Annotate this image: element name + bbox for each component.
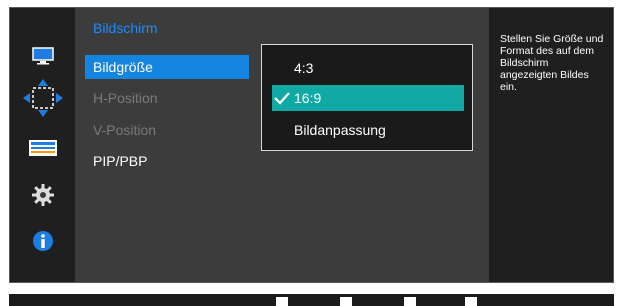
enter-icon[interactable] [465,297,477,306]
option-label: 4:3 [294,60,314,76]
size-options-submenu: 4:3 16:9 Bildanpassung [261,44,473,151]
navigation-bar [9,294,614,306]
menu-item-v-position[interactable]: V-Position [85,118,249,142]
menu-item-pip-pbp[interactable]: PIP/PBP [85,149,249,173]
menu-panel: Bildschirm Bildgröße H-Position V-Positi… [76,8,488,282]
left-arrow-icon[interactable] [276,297,288,306]
position-icon[interactable] [10,78,75,118]
info-description: Stellen Sie Größe und Format des auf dem… [500,33,604,93]
pip-icon[interactable] [10,128,75,168]
settings-gear-icon[interactable] [10,175,75,215]
menu-item-bildgroesse[interactable]: Bildgröße [85,55,249,79]
option-bildanpassung[interactable]: Bildanpassung [272,117,464,143]
information-icon[interactable] [10,221,75,261]
down-arrow-icon[interactable] [340,297,352,306]
option-label: 16:9 [294,90,322,106]
option-4-3[interactable]: 4:3 [272,55,464,81]
option-16-9[interactable]: 16:9 [272,85,464,111]
menu-item-h-position[interactable]: H-Position [85,86,249,110]
checkmark-icon [274,85,292,111]
option-label: Bildanpassung [294,122,386,138]
up-arrow-icon[interactable] [404,297,416,306]
monitor-icon[interactable] [10,36,75,76]
category-icon-bar [10,8,75,282]
section-title: Bildschirm [93,20,158,36]
info-panel: Stellen Sie Größe und Format des auf dem… [489,8,613,282]
osd-menu-window: Bildschirm Bildgröße H-Position V-Positi… [9,7,614,283]
